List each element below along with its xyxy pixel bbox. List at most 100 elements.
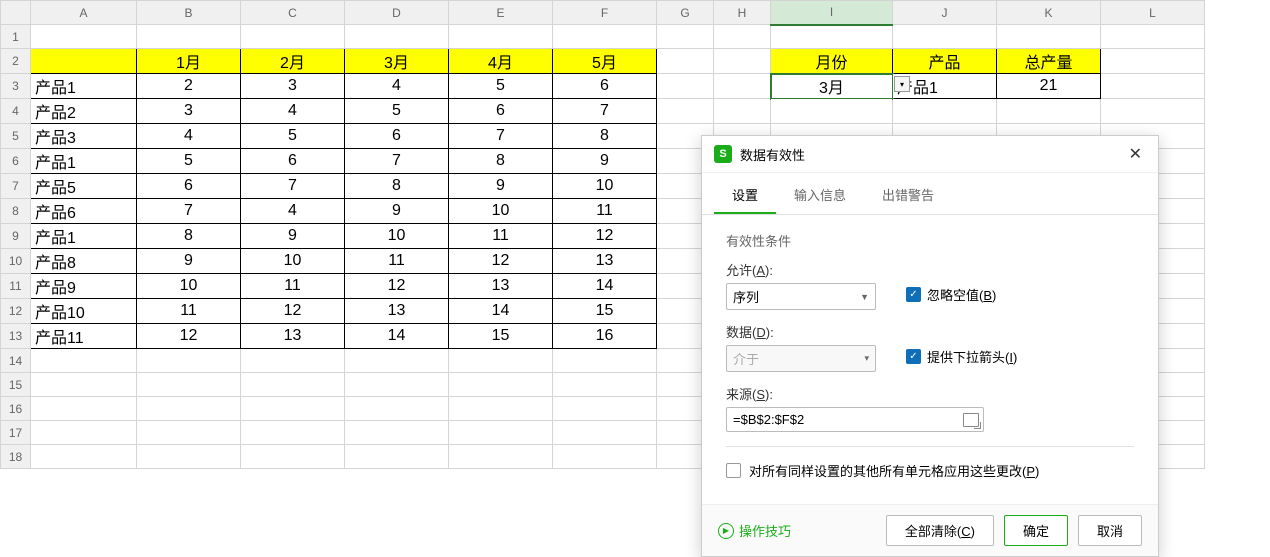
cell-D6[interactable]: 7 [345,149,449,174]
cell-G3[interactable] [657,74,714,99]
cell-K4[interactable] [997,99,1101,124]
cell-F18[interactable] [553,445,657,469]
cell-dropdown-icon[interactable]: ▾ [894,76,910,92]
cell-A9[interactable]: 产品1 [31,224,137,249]
row-header-2[interactable]: 2 [1,49,31,74]
cell-E2[interactable]: 4月 [449,49,553,74]
cell-B18[interactable] [137,445,241,469]
cell-K1[interactable] [997,25,1101,49]
cell-A16[interactable] [31,397,137,421]
cell-F15[interactable] [553,373,657,397]
cell-B9[interactable]: 8 [137,224,241,249]
row-header-1[interactable]: 1 [1,25,31,49]
cell-F3[interactable]: 6 [553,74,657,99]
row-header-3[interactable]: 3 [1,74,31,99]
cell-D5[interactable]: 6 [345,124,449,149]
cell-E7[interactable]: 9 [449,174,553,199]
source-input[interactable] [731,410,963,429]
cell-F2[interactable]: 5月 [553,49,657,74]
tab-settings[interactable]: 设置 [714,177,776,214]
cell-B1[interactable] [137,25,241,49]
cell-F8[interactable]: 11 [553,199,657,224]
cell-B5[interactable]: 4 [137,124,241,149]
cell-A10[interactable]: 产品8 [31,249,137,274]
cell-F4[interactable]: 7 [553,99,657,124]
ok-button[interactable]: 确定 [1004,515,1068,546]
cell-L3[interactable] [1101,74,1205,99]
cell-E12[interactable]: 14 [449,299,553,324]
cell-E13[interactable]: 15 [449,324,553,349]
cell-D18[interactable] [345,445,449,469]
cell-A15[interactable] [31,373,137,397]
tips-link[interactable]: ▶ 操作技巧 [718,521,876,540]
cell-C11[interactable]: 11 [241,274,345,299]
cell-E11[interactable]: 13 [449,274,553,299]
col-header-j[interactable]: J [893,1,997,25]
cell-F11[interactable]: 14 [553,274,657,299]
cell-J4[interactable] [893,99,997,124]
cell-E1[interactable] [449,25,553,49]
cell-D1[interactable] [345,25,449,49]
cell-B2[interactable]: 1月 [137,49,241,74]
cell-F10[interactable]: 13 [553,249,657,274]
cell-A13[interactable]: 产品11 [31,324,137,349]
cell-I1[interactable] [771,25,893,49]
cell-C6[interactable]: 6 [241,149,345,174]
row-header-13[interactable]: 13 [1,324,31,349]
cell-B6[interactable]: 5 [137,149,241,174]
cell-A17[interactable] [31,421,137,445]
row-header-17[interactable]: 17 [1,421,31,445]
cell-D11[interactable]: 12 [345,274,449,299]
cancel-button[interactable]: 取消 [1078,515,1142,546]
row-header-14[interactable]: 14 [1,349,31,373]
cell-F6[interactable]: 9 [553,149,657,174]
cell-C2[interactable]: 2月 [241,49,345,74]
row-header-9[interactable]: 9 [1,224,31,249]
row-header-12[interactable]: 12 [1,299,31,324]
cell-A4[interactable]: 产品2 [31,99,137,124]
col-header-b[interactable]: B [137,1,241,25]
cell-D13[interactable]: 14 [345,324,449,349]
cell-F16[interactable] [553,397,657,421]
cell-B10[interactable]: 9 [137,249,241,274]
cell-B16[interactable] [137,397,241,421]
cell-F1[interactable] [553,25,657,49]
cell-G4[interactable] [657,99,714,124]
cell-L1[interactable] [1101,25,1205,49]
cell-C9[interactable]: 9 [241,224,345,249]
close-icon[interactable]: ✕ [1125,144,1146,164]
cell-D9[interactable]: 10 [345,224,449,249]
cell-C8[interactable]: 4 [241,199,345,224]
ignore-blank-checkbox[interactable]: ✓ [906,287,921,302]
cell-F7[interactable]: 10 [553,174,657,199]
cell-E15[interactable] [449,373,553,397]
row-header-7[interactable]: 7 [1,174,31,199]
cell-G2[interactable] [657,49,714,74]
cell-C5[interactable]: 5 [241,124,345,149]
cell-H4[interactable] [714,99,771,124]
cell-C17[interactable] [241,421,345,445]
cell-D15[interactable] [345,373,449,397]
cell-J1[interactable] [893,25,997,49]
row-header-15[interactable]: 15 [1,373,31,397]
cell-B8[interactable]: 7 [137,199,241,224]
cell-D8[interactable]: 9 [345,199,449,224]
dialog-header[interactable]: S 数据有效性 ✕ [702,136,1158,173]
col-header-k[interactable]: K [997,1,1101,25]
cell-A12[interactable]: 产品10 [31,299,137,324]
cell-D7[interactable]: 8 [345,174,449,199]
cell-I3[interactable]: 3月▾ [771,74,893,99]
cell-I4[interactable] [771,99,893,124]
row-header-4[interactable]: 4 [1,99,31,124]
cell-H1[interactable] [714,25,771,49]
cell-C15[interactable] [241,373,345,397]
row-header-5[interactable]: 5 [1,124,31,149]
cell-H3[interactable] [714,74,771,99]
cell-J2[interactable]: 产品 [893,49,997,74]
cell-C18[interactable] [241,445,345,469]
cell-F5[interactable]: 8 [553,124,657,149]
cell-A7[interactable]: 产品5 [31,174,137,199]
cell-D17[interactable] [345,421,449,445]
cell-A14[interactable] [31,349,137,373]
cell-B15[interactable] [137,373,241,397]
